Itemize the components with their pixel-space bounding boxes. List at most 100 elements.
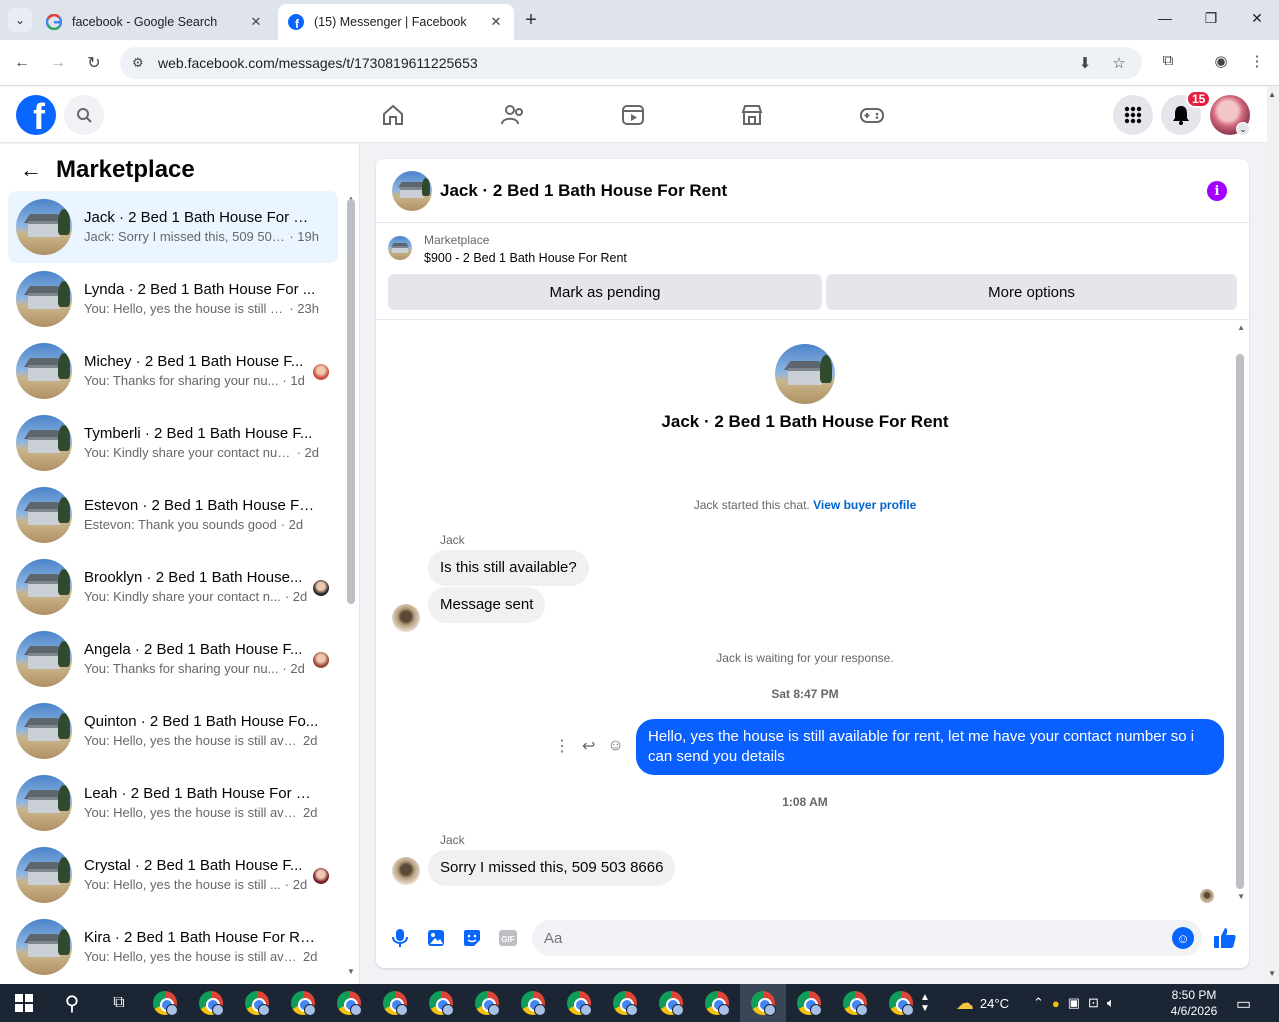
sticker-icon[interactable]	[460, 926, 484, 950]
home-icon[interactable]	[379, 101, 407, 129]
conversation-item[interactable]: Tymberli · 2 Bed 1 Bath House F... You: K…	[8, 407, 338, 479]
scroll-down-arrow-icon[interactable]: ▼	[347, 967, 355, 976]
message-input[interactable]	[544, 929, 1172, 947]
conversation-item[interactable]: Brooklyn · 2 Bed 1 Bath House... You: Kin…	[8, 551, 338, 623]
scroll-up-arrow-icon[interactable]: ▲	[1268, 90, 1276, 99]
scroll-down-arrow-icon[interactable]: ▼	[1268, 969, 1276, 978]
chrome-taskbar-icon[interactable]	[464, 984, 510, 1022]
chrome-taskbar-icon[interactable]	[280, 984, 326, 1022]
conversation-item[interactable]: Kira · 2 Bed 1 Bath House For Rent You: H…	[8, 911, 338, 983]
close-icon[interactable]: ✕	[248, 14, 264, 30]
chrome-taskbar-icon[interactable]	[556, 984, 602, 1022]
incoming-message[interactable]: Sorry I missed this, 509 503 8666	[428, 850, 676, 886]
conversation-item[interactable]: Lynda · 2 Bed 1 Bath House For ... You: H…	[8, 263, 338, 335]
new-tab-button[interactable]: +	[520, 9, 542, 32]
scroll-down-arrow-icon[interactable]: ▼	[1237, 892, 1245, 901]
listing-summary[interactable]: Marketplace $900 - 2 Bed 1 Bath House Fo…	[388, 231, 627, 267]
meet-icon[interactable]: ▣	[1068, 995, 1080, 1011]
scroll-up-arrow-icon[interactable]: ▲	[1237, 323, 1245, 332]
chat-title[interactable]: Jack · 2 Bed 1 Bath House For Rent	[440, 181, 727, 201]
react-emoji-icon[interactable]: ☺	[607, 737, 623, 755]
back-arrow-icon[interactable]: ←	[11, 52, 33, 74]
conversation-item[interactable]: Crystal · 2 Bed 1 Bath House F... You: He…	[8, 839, 338, 911]
weather-temperature[interactable]: 24°C	[980, 996, 1009, 1011]
page-scrollbar[interactable]	[1267, 87, 1279, 984]
back-arrow-icon[interactable]: ←	[20, 157, 42, 183]
facebook-logo[interactable]: f	[16, 95, 56, 135]
gif-icon[interactable]: GIF	[496, 926, 520, 950]
chrome-taskbar-icon[interactable]	[694, 984, 740, 1022]
taskbar-search-icon[interactable]: ⚲	[48, 991, 96, 1016]
reply-icon[interactable]: ↩	[582, 736, 595, 756]
emoji-icon[interactable]: ☺	[1172, 927, 1194, 949]
task-view-icon[interactable]: ⧉	[96, 994, 142, 1012]
minimize-icon[interactable]: —	[1155, 10, 1175, 26]
incoming-message[interactable]: Is this still available?	[428, 550, 589, 586]
info-icon[interactable]: i	[1207, 181, 1227, 201]
sender-avatar[interactable]	[392, 857, 420, 885]
window-close-icon[interactable]: ✕	[1247, 10, 1267, 27]
chrome-taskbar-icon[interactable]	[648, 984, 694, 1022]
extensions-icon[interactable]: ⧉	[1157, 52, 1179, 69]
browser-menu-icon[interactable]: ⋮	[1246, 52, 1268, 70]
microphone-icon[interactable]	[388, 926, 412, 950]
chrome-taskbar-icon[interactable]	[740, 984, 786, 1022]
tray-app-icon[interactable]: ●	[1052, 996, 1060, 1011]
conversation-item[interactable]: Jack · 2 Bed 1 Bath House For Rent Jack: …	[8, 191, 338, 263]
message-input-box[interactable]: ☺	[532, 920, 1202, 956]
chrome-taskbar-icon[interactable]	[234, 984, 280, 1022]
sender-avatar[interactable]	[392, 604, 420, 632]
tab-messenger[interactable]: f (15) Messenger | Facebook ✕	[278, 4, 514, 40]
listing-thumbnail[interactable]	[392, 170, 432, 211]
video-icon[interactable]	[619, 101, 647, 129]
network-icon[interactable]: ⊡	[1088, 995, 1099, 1011]
chrome-taskbar-icon[interactable]	[418, 984, 464, 1022]
conversation-item[interactable]: Quinton · 2 Bed 1 Bath House Fo... You: H…	[8, 695, 338, 767]
chrome-taskbar-icon[interactable]	[878, 984, 924, 1022]
incoming-message[interactable]: Message sent	[428, 587, 546, 623]
reload-icon[interactable]: ↻	[83, 52, 105, 74]
friends-icon[interactable]	[499, 101, 527, 129]
address-bar[interactable]: ⚙ web.facebook.com/messages/t/1730819611…	[120, 47, 1142, 79]
view-buyer-profile-link[interactable]: View buyer profile	[813, 498, 916, 512]
bookmark-star-icon[interactable]: ☆	[1108, 54, 1130, 72]
gaming-icon[interactable]	[858, 101, 886, 129]
conversation-item[interactable]: Leah · 2 Bed 1 Bath House For R... You: H…	[8, 767, 338, 839]
profile-icon[interactable]: ◉	[1210, 52, 1232, 70]
tab-google-search[interactable]: facebook - Google Search ✕	[36, 4, 274, 40]
show-hidden-icons-icon[interactable]: ⌃	[1033, 995, 1044, 1011]
outgoing-message[interactable]: Hello, yes the house is still available …	[636, 719, 1224, 775]
chat-scrollbar[interactable]	[1236, 354, 1244, 889]
forward-arrow-icon[interactable]: →	[47, 52, 69, 74]
chrome-taskbar-icon[interactable]	[510, 984, 556, 1022]
chevron-down-icon[interactable]: ⌄	[1236, 122, 1250, 136]
conversation-item[interactable]: Angela · 2 Bed 1 Bath House F... You: Tha…	[8, 623, 338, 695]
photo-icon[interactable]	[424, 926, 448, 950]
chrome-taskbar-icon[interactable]	[602, 984, 648, 1022]
like-thumbs-up-icon[interactable]	[1213, 926, 1239, 950]
chrome-taskbar-icon[interactable]	[326, 984, 372, 1022]
windows-start-icon[interactable]	[0, 994, 48, 1012]
chrome-taskbar-icon[interactable]	[786, 984, 832, 1022]
marketplace-icon[interactable]	[738, 101, 766, 129]
chrome-taskbar-icon[interactable]	[832, 984, 878, 1022]
chrome-taskbar-icon[interactable]	[142, 984, 188, 1022]
install-app-icon[interactable]: ⬇	[1074, 54, 1096, 72]
chrome-taskbar-icon[interactable]	[372, 984, 418, 1022]
close-icon[interactable]: ✕	[488, 14, 504, 30]
tab-search-menu-button[interactable]: ⌄	[8, 8, 32, 32]
mark-as-pending-button[interactable]: Mark as pending	[388, 274, 822, 310]
tray-expand-arrows-icon[interactable]: ▲ ▼	[920, 992, 930, 1014]
system-clock[interactable]: 8:50 PM 4/6/2026	[1168, 987, 1220, 1019]
chrome-taskbar-icon[interactable]	[188, 984, 234, 1022]
site-settings-icon[interactable]: ⚙	[132, 55, 150, 71]
conversation-item[interactable]: Estevon · 2 Bed 1 Bath House Fo... Estevo…	[8, 479, 338, 551]
more-actions-icon[interactable]: ⋮	[554, 736, 570, 756]
search-icon[interactable]	[64, 95, 104, 135]
volume-icon[interactable]: 🔈︎	[1107, 995, 1115, 1011]
more-options-button[interactable]: More options	[826, 274, 1237, 310]
conversation-item[interactable]: Michey · 2 Bed 1 Bath House F... You: Tha…	[8, 335, 338, 407]
notification-center-icon[interactable]: ▭	[1236, 994, 1251, 1014]
restore-icon[interactable]: ❐	[1201, 10, 1221, 27]
weather-icon[interactable]: ☁	[956, 993, 974, 1014]
